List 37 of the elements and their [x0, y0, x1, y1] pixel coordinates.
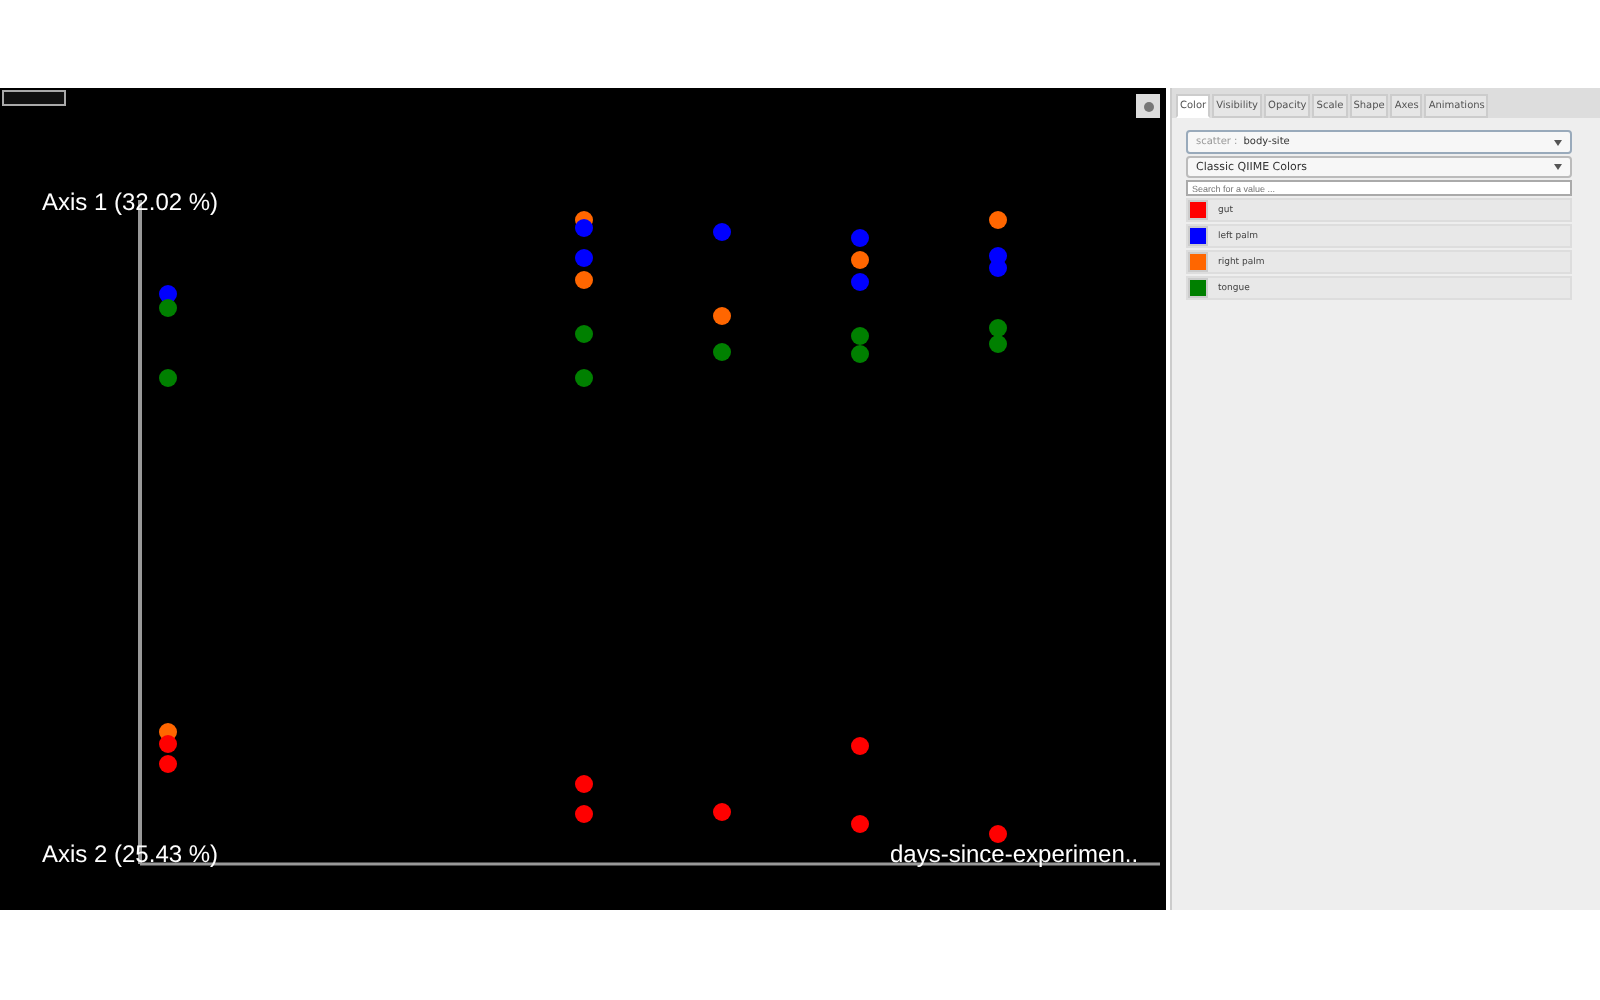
caret-icon [1554, 139, 1562, 145]
data-point [851, 273, 869, 291]
data-point [159, 735, 177, 753]
data-point [851, 815, 869, 833]
data-point [851, 327, 869, 345]
color-swatch[interactable] [1188, 278, 1208, 298]
axis-label: Axis 1 (32.02 %) [42, 188, 219, 216]
data-point [575, 775, 593, 793]
data-point [713, 307, 731, 325]
data-point [713, 803, 731, 821]
data-point [575, 369, 593, 387]
data-point [575, 249, 593, 267]
data-point [851, 737, 869, 755]
data-point [989, 259, 1007, 277]
data-point [159, 299, 177, 317]
color-swatch[interactable] [1188, 252, 1208, 272]
caret-icon [1554, 164, 1562, 170]
settings-button[interactable] [1136, 94, 1160, 118]
data-point [851, 345, 869, 363]
data-point [713, 223, 731, 241]
data-point [989, 335, 1007, 353]
data-point [159, 755, 177, 773]
data-point [575, 325, 593, 343]
color-swatch[interactable] [1188, 226, 1208, 246]
data-point [575, 805, 593, 823]
axis-label: days-since-experimen.. [890, 840, 1139, 868]
data-point [159, 369, 177, 387]
data-point [713, 343, 731, 361]
data-point [575, 219, 593, 237]
data-point [851, 251, 869, 269]
logo-icon [2, 90, 66, 106]
data-point [989, 319, 1007, 337]
data-point [989, 825, 1007, 843]
data-point [989, 211, 1007, 229]
data-point [851, 229, 869, 247]
color-swatch[interactable] [1188, 200, 1208, 220]
data-point [575, 271, 593, 289]
